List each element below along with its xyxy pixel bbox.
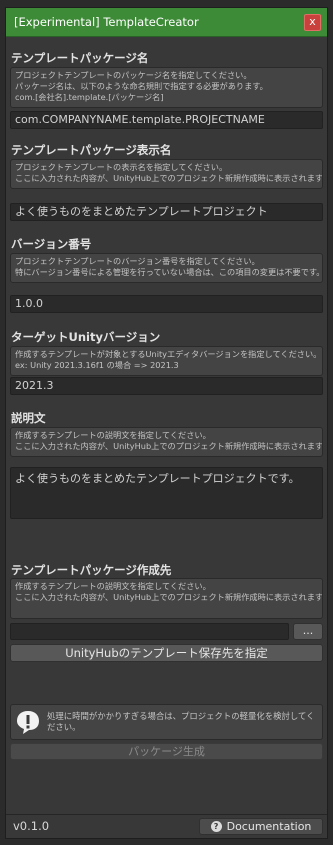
help-line: プロジェクトテンプレートのパッケージ名を指定してください。 — [15, 70, 252, 80]
help-line: パッケージ名は、以下のような命名規則で指定する必要があります。 — [15, 81, 268, 92]
browse-button[interactable]: ... — [293, 623, 323, 640]
package-name-help: プロジェクトテンプレートのパッケージ名を指定してください。 パッケージ名は、以下… — [10, 67, 323, 108]
generate-package-button[interactable]: パッケージ生成 — [10, 743, 323, 760]
help-line: 作成するテンプレートが対象とするUnityエディタバージョンを指定してください。 — [15, 349, 322, 359]
set-unityhub-path-button[interactable]: UnityHubのテンプレート保存先を指定 — [10, 644, 323, 662]
help-line: ここに入力された内容が、UnityHub上でのプロジェクト新規作成時に表示されま… — [15, 173, 323, 184]
documentation-label: Documentation — [226, 820, 312, 833]
help-line: 特にバージョン番号による管理を行っていない場合は、この項目の変更は不要です。 — [15, 267, 323, 278]
version-help: プロジェクトテンプレートのバージョン番号を指定してください。 特にバージョン番号… — [10, 253, 323, 283]
warning-line: 処理に時間がかかりすぎる場合は、プロジェクトの軽量化を検討してく — [47, 710, 315, 721]
display-name-label: テンプレートパッケージ表示名 — [11, 143, 172, 157]
destination-help: 作成するテンプレートの説明文を指定してください。 ここに入力された内容が、Uni… — [10, 578, 323, 619]
description-textarea[interactable]: よく使うものをまとめたテンプレートプロジェクトです。 — [10, 467, 323, 519]
help-line: com.[会社名].template.[パッケージ名] — [15, 92, 164, 103]
close-button[interactable]: x — [304, 13, 321, 31]
description-help: 作成するテンプレートの説明文を指定してください。 ここに入力された内容が、Uni… — [10, 427, 323, 457]
title-bar[interactable]: [Experimental] TemplateCreator x — [6, 8, 327, 37]
destination-path-input[interactable] — [10, 623, 289, 640]
help-icon: ? — [210, 821, 222, 832]
package-name-input[interactable]: com.COMPANYNAME.template.PROJECTNAME — [10, 111, 323, 129]
display-name-help: プロジェクトテンプレートの表示名を指定してください。 ここに入力された内容が、U… — [10, 159, 323, 189]
unity-version-label: ターゲットUnityバージョン — [11, 330, 161, 344]
help-line: ex: Unity 2021.3.16f1 の場合 => 2021.3 — [15, 360, 179, 371]
help-line: 作成するテンプレートの説明文を指定してください。 — [15, 430, 211, 440]
help-line: プロジェクトテンプレートの表示名を指定してください。 — [15, 162, 228, 172]
help-line: 作成するテンプレートの説明文を指定してください。 — [15, 581, 211, 591]
unity-version-help: 作成するテンプレートが対象とするUnityエディタバージョンを指定してください。… — [10, 346, 323, 376]
package-name-label: テンプレートパッケージ名 — [11, 51, 149, 65]
documentation-button[interactable]: ? Documentation — [199, 818, 323, 835]
warning-box: 処理に時間がかかりすぎる場合は、プロジェクトの軽量化を検討してく ださい。 — [10, 704, 323, 740]
help-line: ここに入力された内容が、UnityHub上でのプロジェクト新規作成時に表示されま… — [15, 592, 323, 603]
window-title: [Experimental] TemplateCreator — [14, 15, 199, 29]
version-text: v0.1.0 — [13, 819, 50, 833]
display-name-input[interactable]: よく使うものをまとめたテンプレートプロジェクト — [10, 203, 323, 221]
footer-divider — [6, 814, 327, 815]
help-line: ここに入力された内容が、UnityHub上でのプロジェクト新規作成時に表示されま… — [15, 441, 323, 452]
version-input[interactable]: 1.0.0 — [10, 295, 323, 313]
version-label: バージョン番号 — [11, 237, 92, 251]
description-label: 説明文 — [11, 411, 46, 425]
warning-icon — [15, 709, 41, 735]
warning-text: 処理に時間がかかりすぎる場合は、プロジェクトの軽量化を検討してく ださい。 — [47, 711, 315, 734]
template-creator-window: [Experimental] TemplateCreator x テンプレートパ… — [5, 7, 328, 839]
warning-line: ださい。 — [47, 722, 81, 732]
form-content: テンプレートパッケージ名 プロジェクトテンプレートのパッケージ名を指定してくださ… — [6, 37, 327, 840]
destination-label: テンプレートパッケージ作成先 — [11, 563, 172, 577]
unity-version-input[interactable]: 2021.3 — [10, 377, 323, 395]
help-line: プロジェクトテンプレートのバージョン番号を指定してください。 — [15, 256, 260, 266]
